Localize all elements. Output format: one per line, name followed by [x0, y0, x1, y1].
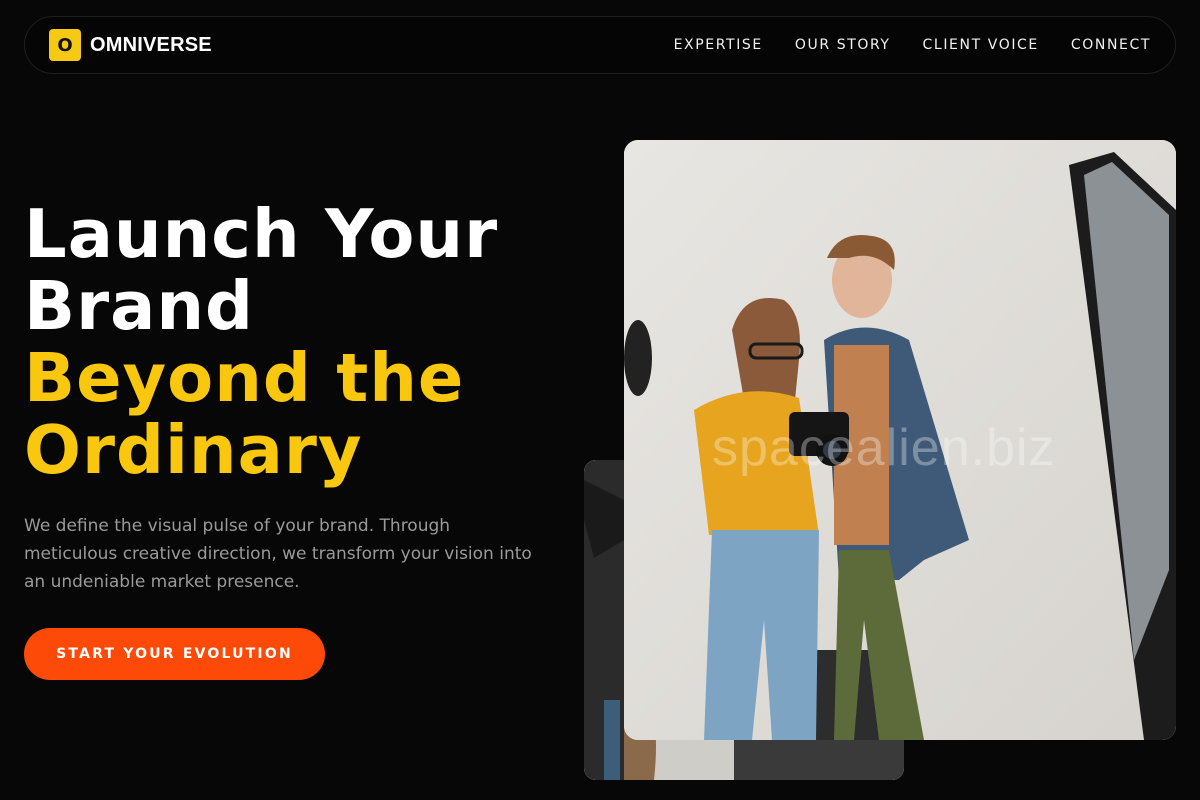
hero-title: Launch Your Brand Beyond the Ordinary — [24, 198, 584, 486]
brand-logo[interactable]: O OMNIVERSE — [49, 29, 212, 61]
hero-title-line-2: Brand — [24, 267, 254, 345]
hero-title-accent-line-1: Beyond the — [24, 339, 465, 417]
hero-title-line-1: Launch Your — [24, 195, 499, 273]
hero-photo: spacealien.biz — [624, 140, 1176, 740]
nav-link-connect[interactable]: CONNECT — [1071, 37, 1151, 53]
brand-name: OMNIVERSE — [90, 33, 212, 56]
nav-link-client-voice[interactable]: CLIENT VOICE — [923, 37, 1039, 53]
hero-description: We define the visual pulse of your brand… — [24, 516, 532, 592]
watermark-text: spacealien.biz — [712, 419, 1056, 477]
nav-link-our-story[interactable]: OUR STORY — [795, 37, 891, 53]
logo-mark-icon: O — [49, 29, 81, 61]
nav-links: EXPERTISE OUR STORY CLIENT VOICE CONNECT — [674, 37, 1151, 53]
start-evolution-button[interactable]: START YOUR EVOLUTION — [24, 628, 325, 680]
nav-link-expertise[interactable]: EXPERTISE — [674, 37, 763, 53]
hero-title-accent-line-2: Ordinary — [24, 411, 363, 489]
top-navbar: O OMNIVERSE EXPERTISE OUR STORY CLIENT V… — [24, 16, 1176, 74]
